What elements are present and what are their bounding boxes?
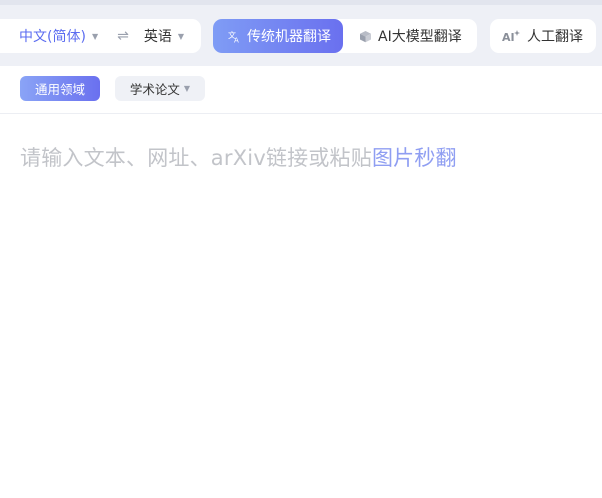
- source-language-dropdown[interactable]: 中文(简体) ▼: [19, 26, 98, 46]
- ai-translation-label: AI大模型翻译: [378, 29, 462, 45]
- domain-academic-label: 学术论文: [129, 82, 180, 97]
- caret-down-icon: ▼: [91, 31, 99, 41]
- machine-translation-label: 传统机器翻译: [247, 29, 331, 45]
- ai-sparkle-icon: AI: [502, 29, 520, 43]
- translate-icon: 文 A: [227, 29, 241, 43]
- translation-toolbar: 中文(简体) ▼ ⇌ 英语 ▼ 文 A 传统机器翻译 AI大模型翻译 AI 人工…: [0, 0, 602, 66]
- domain-bar: 通用领域 学术论文 ▼: [0, 66, 602, 114]
- translation-mode-switch: 文 A 传统机器翻译 AI大模型翻译: [213, 19, 477, 53]
- source-language-label: 中文(简体): [19, 29, 86, 45]
- editor-placeholder: 请输入文本、网址、arXiv链接或粘贴图片秒翻: [20, 142, 457, 172]
- cube-icon: [358, 29, 372, 43]
- ai-translation-tab[interactable]: AI大模型翻译: [343, 19, 462, 53]
- target-language-dropdown[interactable]: 英语 ▼: [144, 26, 184, 46]
- source-text-editor[interactable]: 请输入文本、网址、arXiv链接或粘贴图片秒翻: [0, 114, 602, 498]
- target-language-label: 英语: [143, 29, 172, 45]
- domain-general-chip[interactable]: 通用领域: [20, 76, 100, 101]
- caret-down-icon: ▼: [177, 31, 184, 41]
- machine-translation-tab[interactable]: 文 A 传统机器翻译: [213, 19, 343, 53]
- domain-academic-dropdown[interactable]: 学术论文 ▼: [115, 76, 205, 101]
- swap-arrows-icon[interactable]: ⇌: [117, 28, 129, 44]
- domain-general-label: 通用领域: [34, 82, 85, 97]
- svg-text:A: A: [234, 36, 239, 43]
- placeholder-text: 请输入文本、网址、arXiv链接或粘贴: [20, 146, 372, 170]
- human-translation-label: 人工翻译: [527, 29, 583, 45]
- svg-text:AI: AI: [502, 31, 515, 43]
- image-translate-link[interactable]: 图片秒翻: [372, 146, 457, 170]
- language-selector: 中文(简体) ▼ ⇌ 英语 ▼: [0, 19, 201, 53]
- human-translation-button[interactable]: AI 人工翻译: [490, 19, 596, 53]
- caret-down-icon: ▼: [183, 84, 191, 93]
